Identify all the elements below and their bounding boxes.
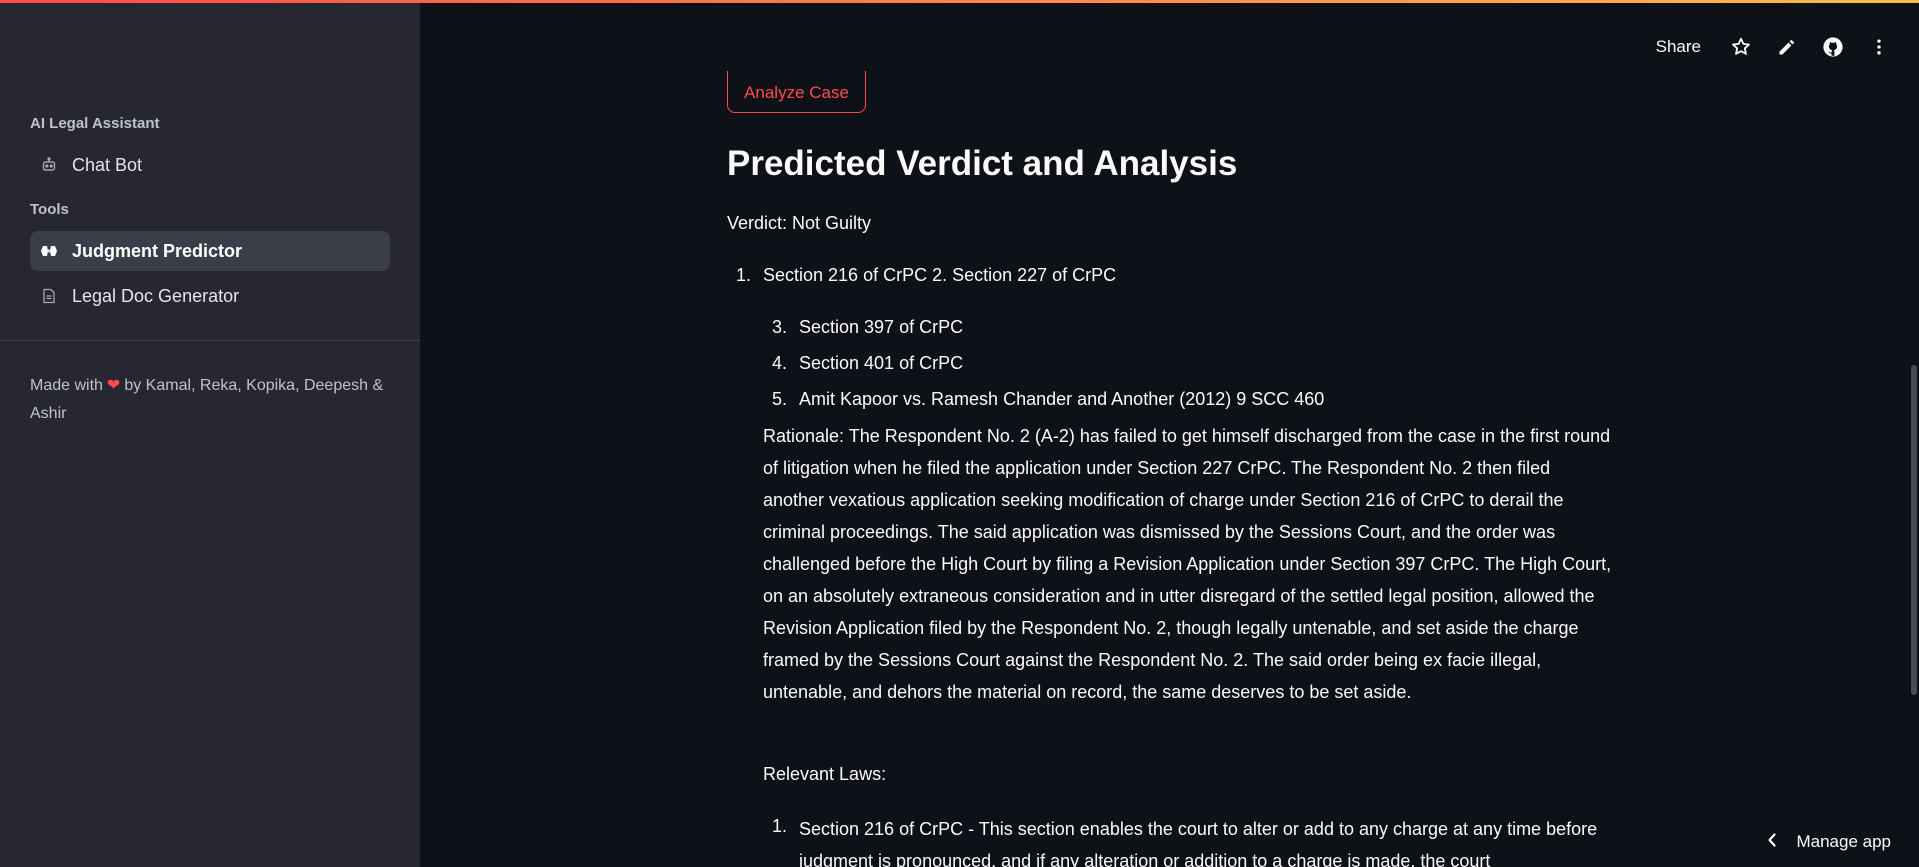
law-item-text: Section 216 of CrPC - This section enabl… — [799, 819, 1598, 867]
scrollbar-track[interactable] — [1911, 0, 1919, 867]
page-heading: Predicted Verdict and Analysis — [727, 144, 1238, 183]
nav-section-tools: Tools — [30, 201, 69, 218]
list-item-number: 4. — [771, 353, 787, 373]
list-item-text: Amit Kapoor vs. Ramesh Chander and Anoth… — [799, 389, 1325, 409]
top-decoration-bar — [0, 0, 1919, 3]
rationale-paragraph: Rationale: The Respondent No. 2 (A-2) ha… — [763, 426, 1612, 702]
sidebar: AI Legal Assistant Chat Bot Tools Judgme… — [0, 0, 420, 867]
star-icon[interactable] — [1729, 35, 1753, 59]
list-item-number: 1. — [735, 265, 751, 285]
sidebar-item-label: Judgment Predictor — [72, 240, 243, 261]
sidebar-footer: Made with ❤ by Kamal, Reka, Kopika, Deepes… — [30, 372, 390, 428]
heart-icon: ❤ — [106, 377, 121, 394]
sidebar-item-label: Legal Doc Generator — [72, 285, 240, 306]
top-toolbar: Share — [1656, 30, 1891, 64]
document-icon — [40, 287, 58, 305]
list-item-number: 3. — [771, 317, 787, 337]
list-item-text: Section 397 of CrPC — [799, 317, 964, 337]
law-item-number: 1. — [771, 816, 787, 836]
verdict-text: Verdict: Not Guilty — [727, 213, 872, 233]
sidebar-item-judgment-predictor[interactable]: Judgment Predictor — [30, 231, 390, 271]
nav-section-ai-legal-assistant: AI Legal Assistant — [30, 115, 160, 132]
manage-app-label: Manage app — [1796, 832, 1891, 851]
sidebar-item-legal-doc-generator[interactable]: Legal Doc Generator — [30, 276, 390, 316]
pencil-icon[interactable] — [1775, 35, 1799, 59]
list-item-text: Section 216 of CrPC 2. Section 227 of Cr… — [763, 265, 1117, 285]
sidebar-item-label: Chat Bot — [72, 154, 143, 175]
sidebar-item-chat-bot[interactable]: Chat Bot — [30, 145, 390, 185]
footer-prefix: Made with — [30, 377, 103, 394]
chevron-left-icon — [1766, 832, 1778, 853]
github-icon[interactable] — [1821, 35, 1845, 59]
sidebar-divider — [0, 340, 420, 341]
gavel-icon — [40, 242, 58, 260]
relevant-laws-label: Relevant Laws: — [763, 764, 887, 784]
list-item-text: Section 401 of CrPC — [799, 353, 964, 373]
analyze-case-button[interactable]: Analyze Case — [727, 71, 866, 113]
list-item-number: 5. — [771, 389, 787, 409]
share-button[interactable]: Share — [1656, 37, 1701, 57]
manage-app-button[interactable]: Manage app — [1766, 827, 1891, 857]
robot-icon — [40, 156, 58, 174]
scrollbar-thumb[interactable] — [1911, 365, 1917, 695]
more-vertical-icon[interactable] — [1867, 35, 1891, 59]
